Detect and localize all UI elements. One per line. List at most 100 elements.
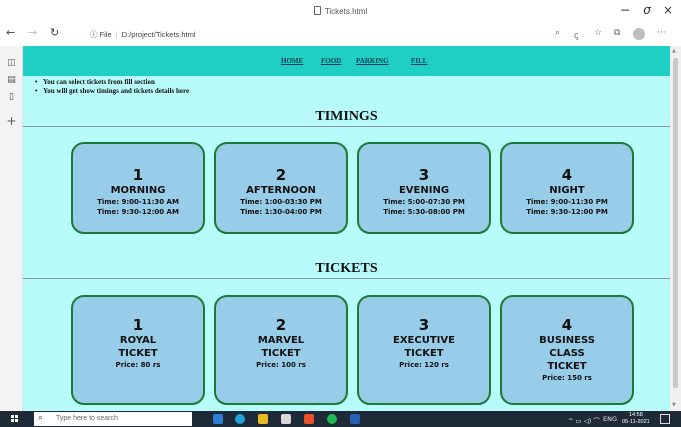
note-item: You can select tickets from fill section [35, 78, 189, 87]
task-view-app-icon[interactable] [213, 414, 223, 424]
file-explorer-app-icon[interactable] [258, 414, 268, 424]
word-app-icon[interactable] [350, 414, 360, 424]
card-time-line: Time: 1:00-03:30 PM [240, 198, 322, 206]
taskbar-search[interactable]: ⌕ Type here to search [34, 412, 192, 426]
card-price: Price: 100 rs [256, 361, 306, 369]
office-app-icon[interactable] [304, 414, 314, 424]
store-app-icon[interactable] [281, 414, 291, 424]
window-title: Tickets.html [0, 6, 681, 16]
title-bar: Tickets.html − σ × [0, 0, 681, 24]
url-text: D:/project/Tickets.html [121, 30, 196, 39]
info-notes: You can select tickets from fill section… [35, 78, 189, 96]
card-title: EXECUTIVE [393, 335, 455, 346]
card-time-line: Time: 5:00-07:30 PM [383, 198, 465, 206]
favorites-icon[interactable]: ☆ [594, 28, 602, 38]
card-time-line: Time: 9:30-12:00 PM [526, 208, 608, 216]
card-title: TICKET [404, 348, 444, 359]
card-number: 3 [418, 316, 430, 334]
card-title: EVENING [398, 185, 450, 196]
minimize-icon[interactable]: − [617, 3, 633, 17]
nav-fill[interactable]: FILL [411, 57, 427, 65]
timing-card-afternoon[interactable]: 2 AFTERNOON Time: 1:00-03:30 PM Time: 1:… [214, 142, 348, 234]
taskbar-clock[interactable]: 14:58 05-11-2021 [622, 412, 650, 426]
profile-icon[interactable] [633, 28, 645, 40]
tab-actions-icon[interactable]: ◫ [6, 58, 17, 69]
ticket-card-business-class[interactable]: 4 BUSINESS CLASS TICKET Price: 150 rs [500, 295, 634, 405]
page-viewport: HOME FOOD PARKING FILL You can select ti… [23, 46, 670, 411]
timing-card-morning[interactable]: 1 MORNING Time: 9:00-11:30 AM Time: 9:30… [71, 142, 205, 234]
read-aloud-icon[interactable]: ꞔ [574, 28, 578, 41]
card-price: Price: 150 rs [542, 374, 592, 382]
maximize-icon[interactable]: σ [639, 3, 655, 17]
card-price: Price: 120 rs [399, 361, 449, 369]
card-time-line: Time: 1:30-04:00 PM [240, 208, 322, 216]
card-title: CLASS [549, 348, 585, 359]
clock-date: 05-11-2021 [622, 419, 650, 425]
card-number: 1 [132, 316, 144, 334]
card-title: MARVEL [257, 335, 305, 346]
windows-taskbar: ⌕ Type here to search ^ ▭ ◁) ⌒ ENG 14:58… [0, 411, 681, 427]
card-time-line: Time: 5:30-08:00 PM [383, 208, 465, 216]
nav-home[interactable]: HOME [281, 57, 303, 65]
notification-icon[interactable] [660, 414, 670, 424]
card-number: 3 [418, 166, 430, 184]
card-title: TICKET [118, 348, 158, 359]
card-number: 4 [561, 316, 573, 334]
card-number: 1 [132, 166, 144, 184]
card-title: BUSINESS [539, 335, 595, 346]
clock-time: 14:58 [628, 412, 643, 418]
ticket-card-executive[interactable]: 3 EXECUTIVE TICKET Price: 120 rs [357, 295, 491, 405]
card-time-line: Time: 9:00-11:30 PM [526, 198, 608, 206]
ticket-card-marvel[interactable]: 2 MARVEL TICKET Price: 100 rs [214, 295, 348, 405]
forward-icon[interactable]: → [28, 26, 37, 39]
note-item: You will get show timings and tickets de… [35, 87, 189, 96]
language-indicator[interactable]: ENG [603, 415, 617, 423]
tab-icon [313, 6, 321, 15]
collections-icon[interactable]: ⧉ [614, 28, 620, 38]
browser-sidebar: ◫ ▤ ▯ + [0, 46, 23, 411]
windows-start-icon[interactable] [11, 415, 19, 423]
system-tray-icons[interactable]: ^ ▭ ◁) ⌒ [568, 415, 600, 425]
card-title: AFTERNOON [246, 185, 316, 196]
timing-card-night[interactable]: 4 NIGHT Time: 9:00-11:30 PM Time: 9:30-1… [500, 142, 634, 234]
more-icon[interactable]: ··· [657, 28, 666, 38]
card-number: 2 [275, 166, 287, 184]
scroll-down-icon[interactable]: ▼ [672, 402, 676, 408]
card-time-line: Time: 9:00-11:30 AM [97, 198, 179, 206]
card-title: TICKET [547, 361, 587, 372]
history-icon[interactable]: ▯ [6, 92, 17, 103]
tickets-divider [23, 278, 670, 279]
address-bar: ← → ↻ ⓘ File | D:/project/Tickets.html ⌕ ꞔ… [0, 24, 681, 46]
close-icon[interactable]: × [660, 3, 676, 17]
timings-divider [23, 126, 670, 127]
spotify-app-icon[interactable] [327, 414, 337, 424]
tickets-heading: TICKETS [315, 261, 378, 276]
nav-parking[interactable]: PARKING [356, 57, 389, 65]
back-icon[interactable]: ← [6, 26, 15, 39]
refresh-icon[interactable]: ↻ [50, 26, 59, 39]
add-icon[interactable]: + [6, 115, 17, 127]
card-number: 2 [275, 316, 287, 334]
card-title: NIGHT [549, 185, 585, 196]
card-title: TICKET [261, 348, 301, 359]
nav-food[interactable]: FOOD [321, 57, 341, 65]
vertical-tabs-icon[interactable]: ▤ [6, 75, 17, 86]
file-label: File [99, 30, 112, 39]
window-title-text: Tickets.html [324, 7, 368, 16]
page-scrollbar[interactable]: ▲ ▼ [670, 46, 681, 411]
info-icon[interactable]: ⓘ [90, 30, 98, 39]
timing-card-evening[interactable]: 3 EVENING Time: 5:00-07:30 PM Time: 5:30… [357, 142, 491, 234]
timings-heading: TIMINGS [315, 109, 378, 124]
scroll-up-icon[interactable]: ▲ [672, 48, 676, 54]
card-number: 4 [561, 166, 573, 184]
card-title: ROYAL [119, 335, 157, 346]
ticket-card-royal[interactable]: 1 ROYAL TICKET Price: 80 rs [71, 295, 205, 405]
search-placeholder: Type here to search [56, 415, 118, 422]
scroll-thumb[interactable] [673, 58, 678, 388]
site-navbar: HOME FOOD PARKING FILL [23, 46, 670, 76]
zoom-icon[interactable]: ⌕ [555, 28, 560, 38]
edge-app-icon[interactable] [235, 414, 245, 424]
card-time-line: Time: 9:30-12:00 AM [97, 208, 179, 216]
url-field[interactable]: ⓘ File | D:/project/Tickets.html [90, 29, 196, 40]
search-icon: ⌕ [38, 413, 44, 423]
